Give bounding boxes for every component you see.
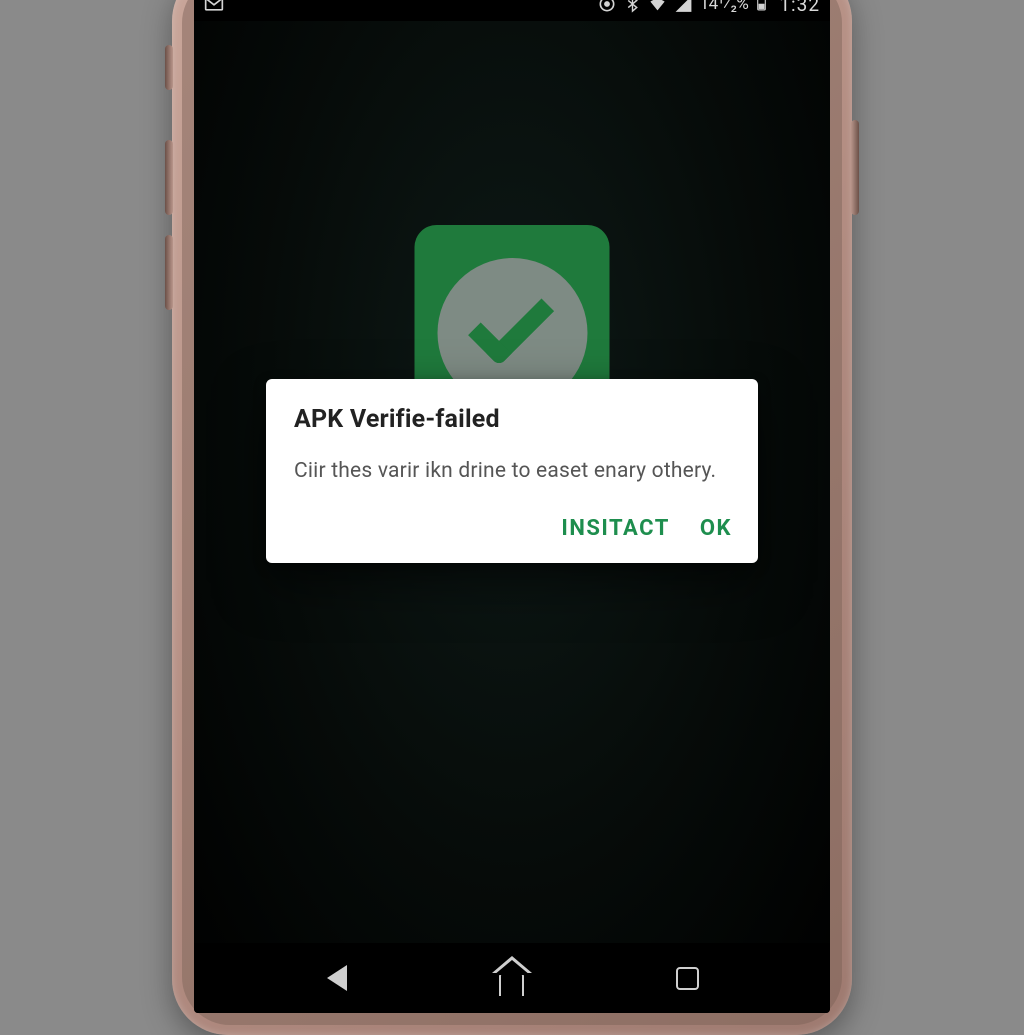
screen: 14¹⁄₂% 1:32 APK Verifie-failed Ciir thes… — [194, 0, 830, 1013]
recents-icon — [676, 967, 699, 990]
back-icon — [327, 965, 347, 991]
target-icon — [597, 0, 617, 14]
side-button-vol-up — [165, 140, 173, 215]
recents-button[interactable] — [663, 954, 711, 1002]
mail-icon — [204, 0, 224, 14]
phone-frame: 14¹⁄₂% 1:32 APK Verifie-failed Ciir thes… — [172, 0, 852, 1035]
side-button-mute — [165, 45, 173, 90]
side-button-vol-down — [165, 235, 173, 310]
battery-percent: 14¹⁄₂% — [700, 0, 749, 14]
dialog-ok-button[interactable]: OK — [700, 516, 732, 541]
battery-icon — [755, 0, 768, 14]
home-icon — [499, 971, 524, 996]
wifi-icon — [648, 0, 667, 14]
alert-dialog: APK Verifie-failed Ciir thes varir ikn d… — [266, 379, 758, 563]
status-clock: 1:32 — [779, 0, 820, 16]
dialog-actions: INSITACT OK — [266, 500, 758, 563]
dialog-message: Ciir thes varir ikn drine to easet enary… — [266, 448, 758, 500]
dialog-title: APK Verifie-failed — [266, 379, 758, 448]
back-button[interactable] — [313, 954, 361, 1002]
navigation-bar — [194, 943, 830, 1013]
status-bar: 14¹⁄₂% 1:32 — [194, 0, 830, 21]
dialog-primary-button[interactable]: INSITACT — [561, 516, 669, 541]
side-button-power — [851, 120, 859, 215]
bluetooth-icon — [624, 0, 641, 14]
home-button[interactable] — [488, 954, 536, 1002]
signal-icon — [674, 0, 693, 14]
